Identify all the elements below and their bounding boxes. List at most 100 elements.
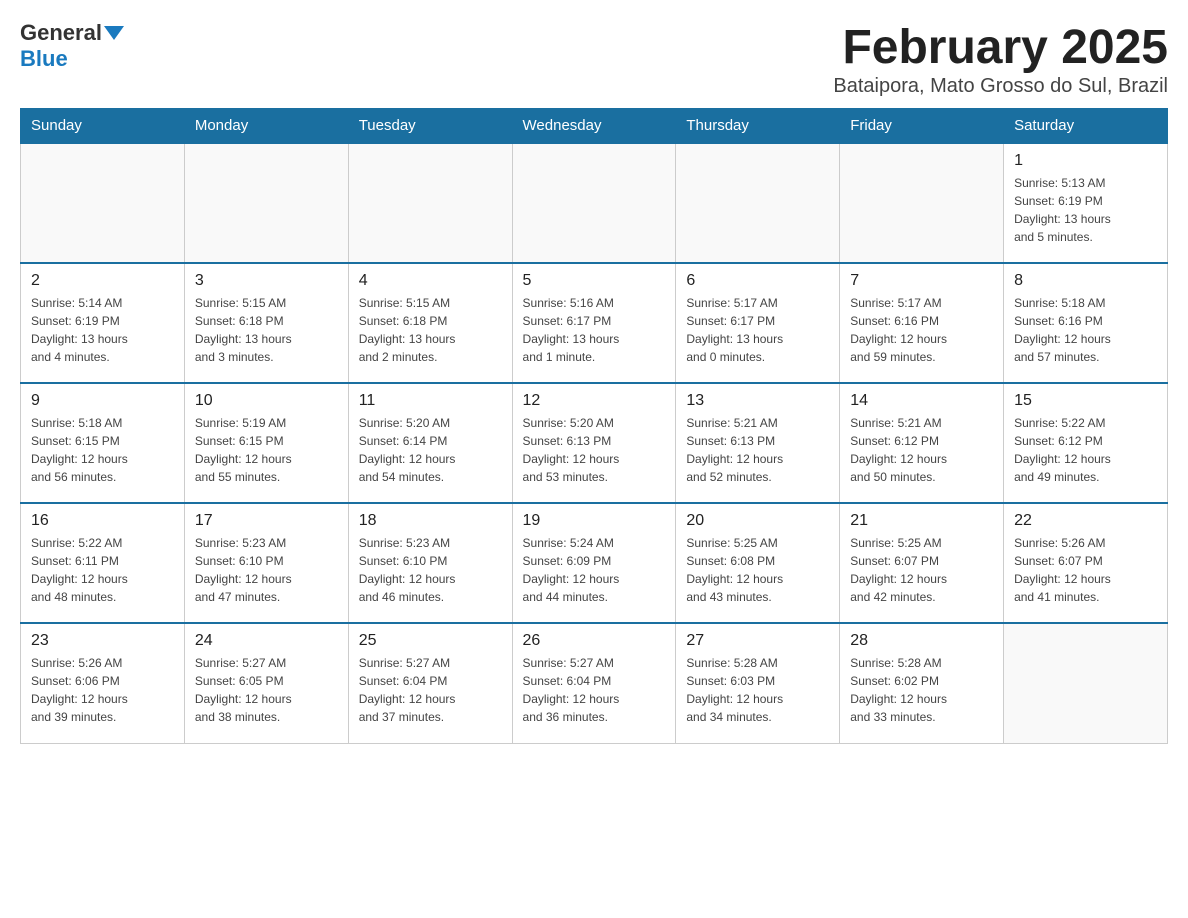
calendar-day: 23 Sunrise: 5:26 AM Sunset: 6:06 PM Dayli… xyxy=(21,623,185,743)
day-number: 1 xyxy=(1014,152,1157,170)
calendar-day xyxy=(348,143,512,263)
calendar-day: 14 Sunrise: 5:21 AM Sunset: 6:12 PM Dayli… xyxy=(840,383,1004,503)
calendar-day: 7 Sunrise: 5:17 AM Sunset: 6:16 PM Daylig… xyxy=(840,263,1004,383)
day-number: 11 xyxy=(359,392,502,410)
day-info: Sunrise: 5:27 AM Sunset: 6:04 PM Dayligh… xyxy=(359,654,502,726)
calendar-day: 16 Sunrise: 5:22 AM Sunset: 6:11 PM Dayli… xyxy=(21,503,185,623)
calendar-day: 24 Sunrise: 5:27 AM Sunset: 6:05 PM Dayli… xyxy=(184,623,348,743)
day-number: 14 xyxy=(850,392,993,410)
day-number: 20 xyxy=(686,512,829,530)
day-info: Sunrise: 5:22 AM Sunset: 6:12 PM Dayligh… xyxy=(1014,414,1157,486)
calendar-day: 3 Sunrise: 5:15 AM Sunset: 6:18 PM Daylig… xyxy=(184,263,348,383)
calendar-day xyxy=(840,143,1004,263)
calendar-day: 4Sunrise: 5:15 AM Sunset: 6:18 PM Daylig… xyxy=(348,263,512,383)
day-number: 5 xyxy=(523,272,666,290)
day-number: 12 xyxy=(523,392,666,410)
calendar-day: 26Sunrise: 5:27 AM Sunset: 6:04 PM Dayli… xyxy=(512,623,676,743)
calendar-week-1: 1 Sunrise: 5:13 AM Sunset: 6:19 PM Daylig… xyxy=(21,143,1168,263)
location-text: Bataipora, Mato Grosso do Sul, Brazil xyxy=(833,75,1168,98)
calendar-header-friday: Friday xyxy=(840,109,1004,144)
day-number: 9 xyxy=(31,392,174,410)
day-info: Sunrise: 5:17 AM Sunset: 6:16 PM Dayligh… xyxy=(850,294,993,366)
logo-triangle-icon xyxy=(104,26,124,40)
calendar-day: 2 Sunrise: 5:14 AM Sunset: 6:19 PM Daylig… xyxy=(21,263,185,383)
calendar-day: 13Sunrise: 5:21 AM Sunset: 6:13 PM Dayli… xyxy=(676,383,840,503)
calendar-day xyxy=(512,143,676,263)
day-number: 3 xyxy=(195,272,338,290)
day-info: Sunrise: 5:25 AM Sunset: 6:07 PM Dayligh… xyxy=(850,534,993,606)
day-info: Sunrise: 5:13 AM Sunset: 6:19 PM Dayligh… xyxy=(1014,174,1157,246)
calendar-day: 22 Sunrise: 5:26 AM Sunset: 6:07 PM Dayli… xyxy=(1004,503,1168,623)
calendar-header-monday: Monday xyxy=(184,109,348,144)
month-title: February 2025 xyxy=(833,20,1168,75)
calendar-day: 1 Sunrise: 5:13 AM Sunset: 6:19 PM Daylig… xyxy=(1004,143,1168,263)
calendar-week-4: 16 Sunrise: 5:22 AM Sunset: 6:11 PM Dayli… xyxy=(21,503,1168,623)
day-number: 25 xyxy=(359,632,502,650)
day-number: 13 xyxy=(686,392,829,410)
day-info: Sunrise: 5:19 AM Sunset: 6:15 PM Dayligh… xyxy=(195,414,338,486)
day-info: Sunrise: 5:27 AM Sunset: 6:04 PM Dayligh… xyxy=(523,654,666,726)
day-number: 6 xyxy=(686,272,829,290)
day-number: 16 xyxy=(31,512,174,530)
calendar-day: 21 Sunrise: 5:25 AM Sunset: 6:07 PM Dayli… xyxy=(840,503,1004,623)
calendar-header-tuesday: Tuesday xyxy=(348,109,512,144)
day-info: Sunrise: 5:23 AM Sunset: 6:10 PM Dayligh… xyxy=(359,534,502,606)
calendar-day xyxy=(184,143,348,263)
day-info: Sunrise: 5:22 AM Sunset: 6:11 PM Dayligh… xyxy=(31,534,174,606)
calendar-header-wednesday: Wednesday xyxy=(512,109,676,144)
day-info: Sunrise: 5:26 AM Sunset: 6:07 PM Dayligh… xyxy=(1014,534,1157,606)
day-number: 17 xyxy=(195,512,338,530)
calendar-day: 11Sunrise: 5:20 AM Sunset: 6:14 PM Dayli… xyxy=(348,383,512,503)
day-info: Sunrise: 5:16 AM Sunset: 6:17 PM Dayligh… xyxy=(523,294,666,366)
day-info: Sunrise: 5:14 AM Sunset: 6:19 PM Dayligh… xyxy=(31,294,174,366)
day-number: 19 xyxy=(523,512,666,530)
day-info: Sunrise: 5:17 AM Sunset: 6:17 PM Dayligh… xyxy=(686,294,829,366)
day-number: 4 xyxy=(359,272,502,290)
calendar-day xyxy=(1004,623,1168,743)
calendar-day: 25 Sunrise: 5:27 AM Sunset: 6:04 PM Dayli… xyxy=(348,623,512,743)
calendar-table: SundayMondayTuesdayWednesdayThursdayFrid… xyxy=(20,108,1168,744)
day-info: Sunrise: 5:15 AM Sunset: 6:18 PM Dayligh… xyxy=(195,294,338,366)
title-block: February 2025 Bataipora, Mato Grosso do … xyxy=(833,20,1168,98)
calendar-day: 15 Sunrise: 5:22 AM Sunset: 6:12 PM Dayli… xyxy=(1004,383,1168,503)
day-number: 24 xyxy=(195,632,338,650)
day-number: 10 xyxy=(195,392,338,410)
calendar-day xyxy=(21,143,185,263)
calendar-header-sunday: Sunday xyxy=(21,109,185,144)
day-number: 7 xyxy=(850,272,993,290)
day-number: 18 xyxy=(359,512,502,530)
calendar-day: 9 Sunrise: 5:18 AM Sunset: 6:15 PM Daylig… xyxy=(21,383,185,503)
calendar-day: 28Sunrise: 5:28 AM Sunset: 6:02 PM Dayli… xyxy=(840,623,1004,743)
calendar-day: 19Sunrise: 5:24 AM Sunset: 6:09 PM Dayli… xyxy=(512,503,676,623)
day-info: Sunrise: 5:27 AM Sunset: 6:05 PM Dayligh… xyxy=(195,654,338,726)
day-number: 22 xyxy=(1014,512,1157,530)
day-info: Sunrise: 5:28 AM Sunset: 6:02 PM Dayligh… xyxy=(850,654,993,726)
calendar-day: 5 Sunrise: 5:16 AM Sunset: 6:17 PM Daylig… xyxy=(512,263,676,383)
calendar-day: 18 Sunrise: 5:23 AM Sunset: 6:10 PM Dayli… xyxy=(348,503,512,623)
calendar-header-thursday: Thursday xyxy=(676,109,840,144)
day-number: 21 xyxy=(850,512,993,530)
calendar-day: 17 Sunrise: 5:23 AM Sunset: 6:10 PM Dayli… xyxy=(184,503,348,623)
day-number: 2 xyxy=(31,272,174,290)
day-info: Sunrise: 5:18 AM Sunset: 6:15 PM Dayligh… xyxy=(31,414,174,486)
day-info: Sunrise: 5:18 AM Sunset: 6:16 PM Dayligh… xyxy=(1014,294,1157,366)
day-info: Sunrise: 5:21 AM Sunset: 6:12 PM Dayligh… xyxy=(850,414,993,486)
calendar-header-row: SundayMondayTuesdayWednesdayThursdayFrid… xyxy=(21,109,1168,144)
calendar-day: 20 Sunrise: 5:25 AM Sunset: 6:08 PM Dayli… xyxy=(676,503,840,623)
day-number: 23 xyxy=(31,632,174,650)
calendar-day: 27Sunrise: 5:28 AM Sunset: 6:03 PM Dayli… xyxy=(676,623,840,743)
day-number: 15 xyxy=(1014,392,1157,410)
calendar-header-saturday: Saturday xyxy=(1004,109,1168,144)
calendar-day: 6 Sunrise: 5:17 AM Sunset: 6:17 PM Daylig… xyxy=(676,263,840,383)
day-info: Sunrise: 5:23 AM Sunset: 6:10 PM Dayligh… xyxy=(195,534,338,606)
day-info: Sunrise: 5:26 AM Sunset: 6:06 PM Dayligh… xyxy=(31,654,174,726)
day-info: Sunrise: 5:28 AM Sunset: 6:03 PM Dayligh… xyxy=(686,654,829,726)
logo-general-text: General xyxy=(20,20,102,46)
calendar-week-2: 2 Sunrise: 5:14 AM Sunset: 6:19 PM Daylig… xyxy=(21,263,1168,383)
logo: General Blue xyxy=(20,20,124,72)
day-info: Sunrise: 5:25 AM Sunset: 6:08 PM Dayligh… xyxy=(686,534,829,606)
calendar-day: 8Sunrise: 5:18 AM Sunset: 6:16 PM Daylig… xyxy=(1004,263,1168,383)
day-info: Sunrise: 5:20 AM Sunset: 6:13 PM Dayligh… xyxy=(523,414,666,486)
calendar-week-3: 9 Sunrise: 5:18 AM Sunset: 6:15 PM Daylig… xyxy=(21,383,1168,503)
logo-blue-text: Blue xyxy=(20,46,68,72)
